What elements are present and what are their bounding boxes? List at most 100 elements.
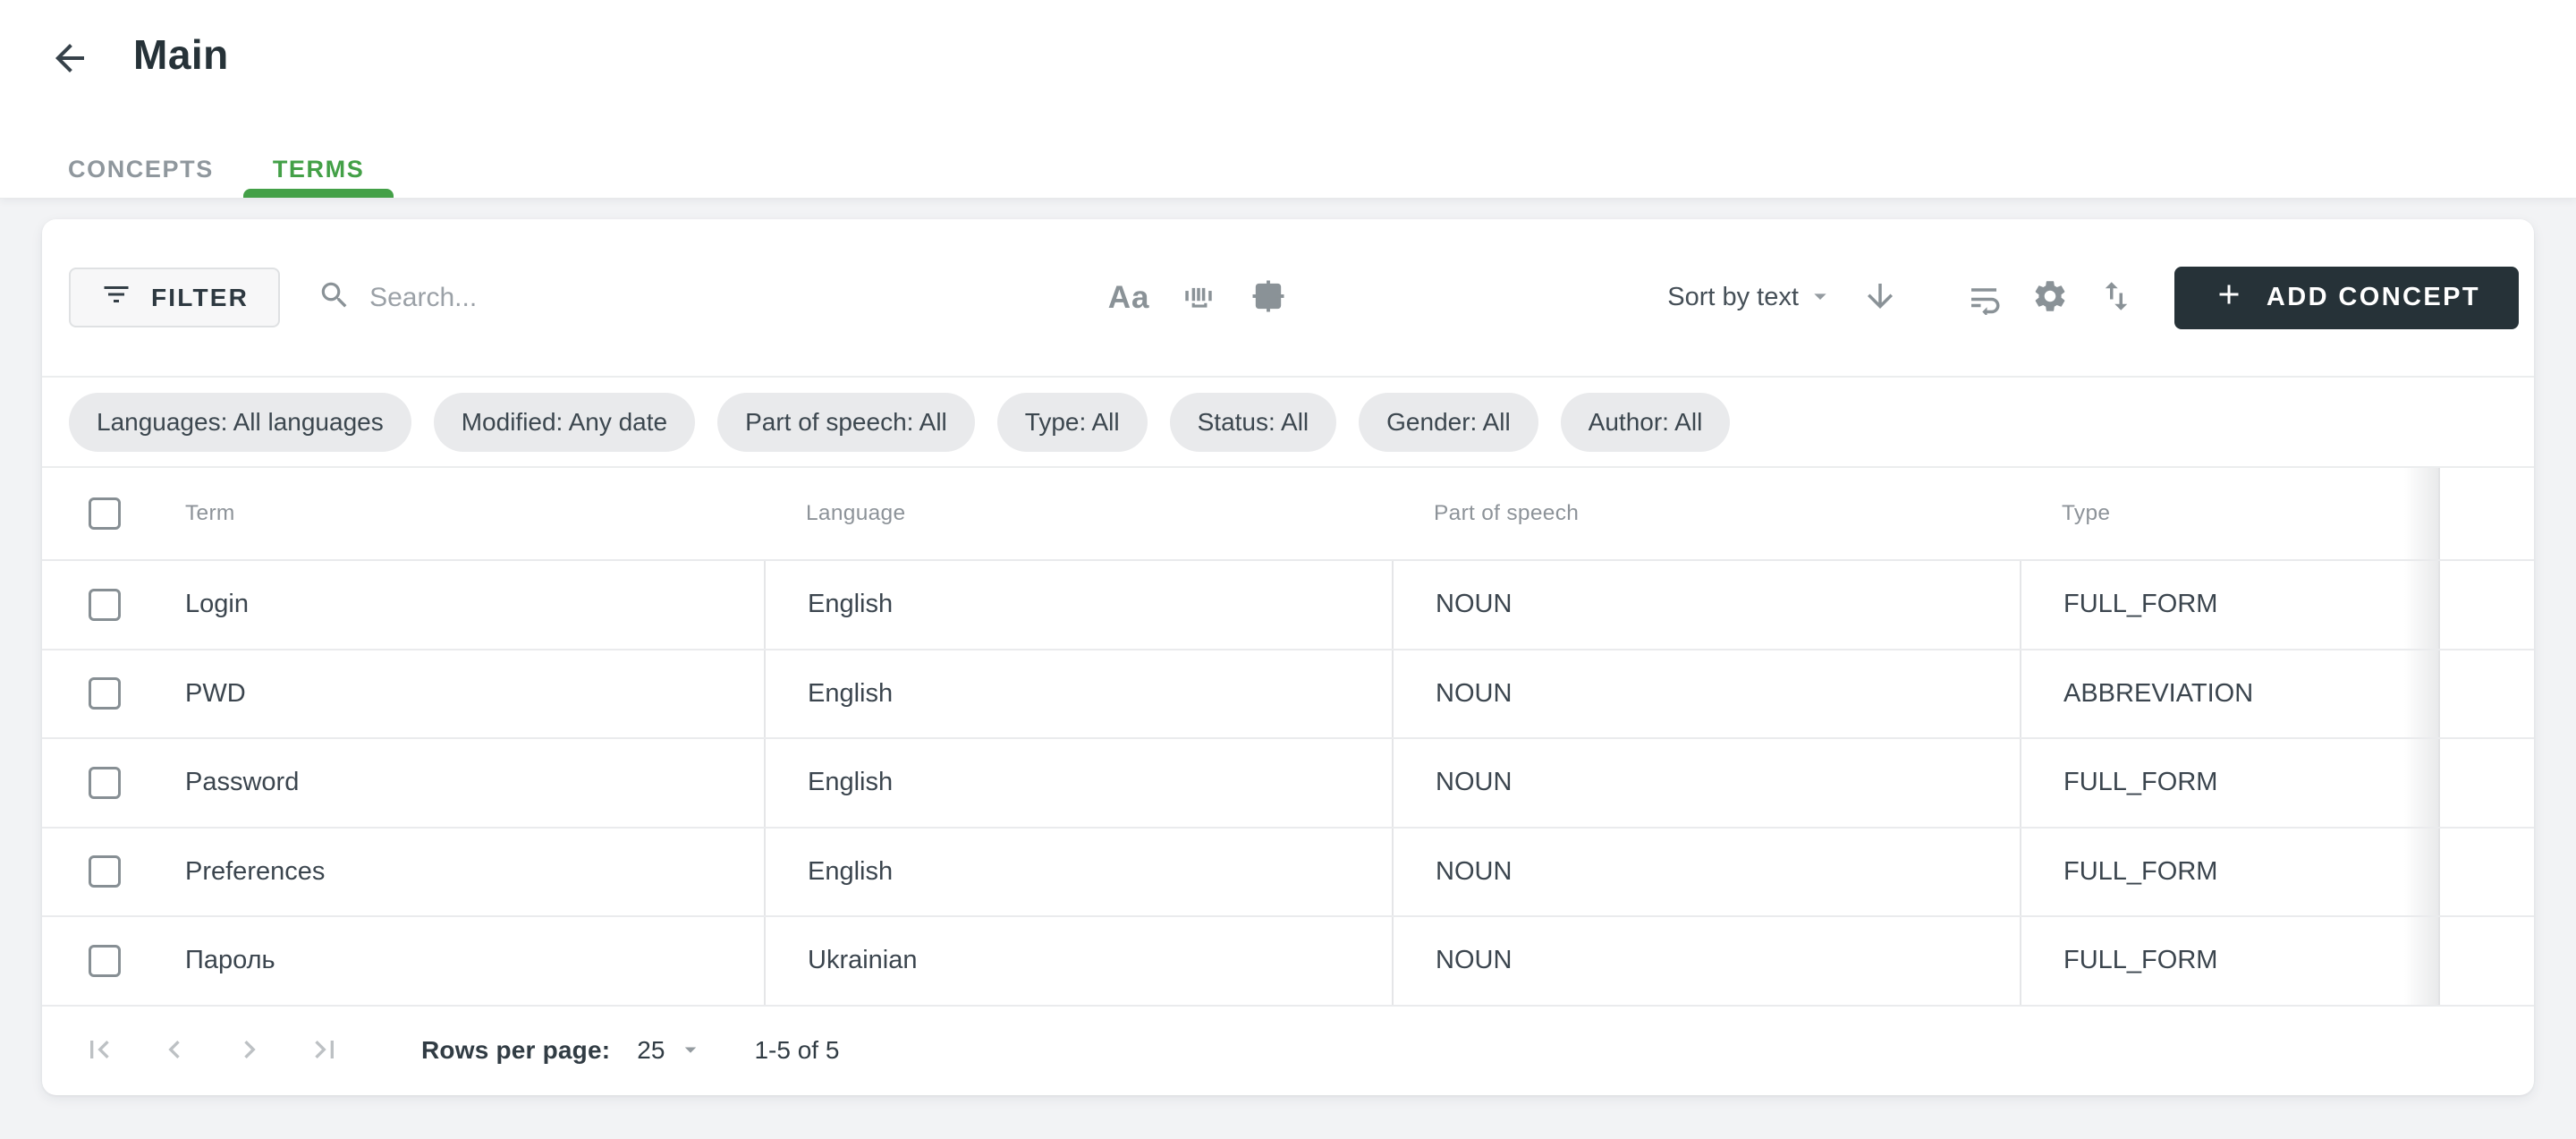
cell-term: PWD (42, 650, 764, 738)
table-row[interactable]: Login English NOUN FULL_FORM (42, 561, 2534, 650)
cell-part-of-speech: NOUN (1392, 917, 2020, 1005)
toolbar: FILTER Aa (42, 219, 2534, 378)
term-value: PWD (185, 679, 246, 709)
cell-part-of-speech: NOUN (1392, 561, 2020, 649)
first-page-button[interactable] (78, 1029, 121, 1072)
last-page-button[interactable] (303, 1029, 346, 1072)
row-checkbox[interactable] (89, 855, 121, 888)
term-value: Пароль (185, 946, 275, 975)
previous-page-button[interactable] (153, 1029, 196, 1072)
search-input[interactable] (369, 283, 870, 313)
header-cell-language: Language (764, 468, 1392, 559)
cell-type: FULL_FORM (2020, 561, 2438, 649)
settings-button[interactable] (2024, 272, 2076, 324)
active-tab-indicator (243, 189, 394, 198)
cell-type: FULL_FORM (2020, 829, 2438, 916)
chip-part-of-speech[interactable]: Part of speech: All (717, 393, 975, 452)
chevron-left-icon (157, 1032, 192, 1070)
table-footer: Rows per page: 25 1-5 of 5 (42, 1007, 2534, 1096)
wrap-text-icon (1965, 277, 2003, 318)
row-checkbox[interactable] (89, 945, 121, 977)
table-tools (1958, 272, 2142, 324)
cell-actions (2438, 829, 2534, 916)
search-option-icons: Aa (1103, 272, 1294, 324)
arrow-downward-icon (1861, 277, 1899, 318)
search-box (318, 278, 870, 317)
cell-language: English (764, 829, 1392, 916)
caret-down-icon (677, 1036, 704, 1066)
cell-language: English (764, 650, 1392, 738)
row-checkbox[interactable] (89, 589, 121, 621)
cell-term: Preferences (42, 829, 764, 916)
arrow-back-icon (48, 37, 91, 82)
filter-button-label: FILTER (151, 284, 249, 312)
select-all-checkbox[interactable] (89, 497, 121, 530)
back-button[interactable] (45, 34, 95, 84)
cell-actions (2438, 561, 2534, 649)
barcode-icon (1180, 277, 1217, 318)
row-checkbox[interactable] (89, 677, 121, 710)
first-page-icon (81, 1032, 117, 1070)
wrap-text-button[interactable] (1958, 272, 2010, 324)
chip-languages[interactable]: Languages: All languages (69, 393, 411, 452)
focus-frame-button[interactable] (1242, 272, 1294, 324)
next-page-button[interactable] (228, 1029, 271, 1072)
header-cell-part-of-speech: Part of speech (1392, 468, 2020, 559)
term-value: Preferences (185, 857, 325, 887)
plus-icon (2213, 278, 2245, 318)
header-cell-actions (2438, 468, 2534, 559)
match-case-button[interactable]: Aa (1103, 272, 1155, 324)
cell-term: Login (42, 561, 764, 649)
chip-gender[interactable]: Gender: All (1359, 393, 1538, 452)
cell-actions (2438, 650, 2534, 738)
rows-per-page-value: 25 (637, 1036, 665, 1065)
chip-type[interactable]: Type: All (997, 393, 1148, 452)
table-row[interactable]: Пароль Ukrainian NOUN FULL_FORM (42, 917, 2534, 1007)
pagination-range: 1-5 of 5 (754, 1036, 839, 1065)
sort-select[interactable]: Sort by text (1667, 282, 1835, 313)
column-label-term: Term (185, 501, 235, 526)
page-title: Main (133, 30, 229, 79)
table-row[interactable]: PWD English NOUN ABBREVIATION (42, 650, 2534, 740)
filter-list-icon (100, 278, 132, 317)
tab-terms-label: TERMS (273, 156, 365, 183)
cell-language: English (764, 561, 1392, 649)
cell-actions (2438, 917, 2534, 1005)
import-export-button[interactable] (2090, 272, 2142, 324)
table-header: Term Language Part of speech Type (42, 468, 2534, 561)
cell-actions (2438, 739, 2534, 827)
row-checkbox[interactable] (89, 767, 121, 799)
terms-card: FILTER Aa (42, 219, 2534, 1095)
sort-direction-button[interactable] (1854, 272, 1906, 324)
gear-icon (2031, 277, 2069, 318)
cell-part-of-speech: NOUN (1392, 650, 2020, 738)
app-header: Main CONCEPTS TERMS (0, 0, 2576, 199)
add-concept-button[interactable]: ADD CONCEPT (2174, 267, 2519, 329)
cell-term: Пароль (42, 917, 764, 1005)
search-icon (318, 278, 352, 317)
page-body: FILTER Aa (0, 199, 2576, 1095)
rows-per-page-select[interactable]: 25 (637, 1036, 704, 1066)
table-row[interactable]: Preferences English NOUN FULL_FORM (42, 829, 2534, 918)
cell-language: Ukrainian (764, 917, 1392, 1005)
tab-concepts[interactable]: CONCEPTS (38, 140, 243, 198)
cell-part-of-speech: NOUN (1392, 829, 2020, 916)
crosshair-frame-icon (1250, 277, 1287, 318)
table-row[interactable]: Password English NOUN FULL_FORM (42, 739, 2534, 829)
header-cell-term: Term (42, 468, 764, 559)
import-export-icon (2097, 277, 2135, 318)
term-value: Login (185, 590, 249, 619)
chip-author[interactable]: Author: All (1561, 393, 1731, 452)
tab-terms[interactable]: TERMS (243, 140, 394, 198)
cell-language: English (764, 739, 1392, 827)
caret-down-icon (1806, 282, 1835, 313)
filter-button[interactable]: FILTER (69, 268, 280, 327)
rows-per-page-label: Rows per page: (421, 1036, 610, 1065)
sort-select-value: Sort by text (1667, 283, 1799, 312)
cell-type: FULL_FORM (2020, 739, 2438, 827)
add-concept-label: ADD CONCEPT (2267, 283, 2480, 312)
barcode-button[interactable] (1173, 272, 1224, 324)
chip-status[interactable]: Status: All (1170, 393, 1337, 452)
chip-modified[interactable]: Modified: Any date (434, 393, 695, 452)
cell-type: FULL_FORM (2020, 917, 2438, 1005)
